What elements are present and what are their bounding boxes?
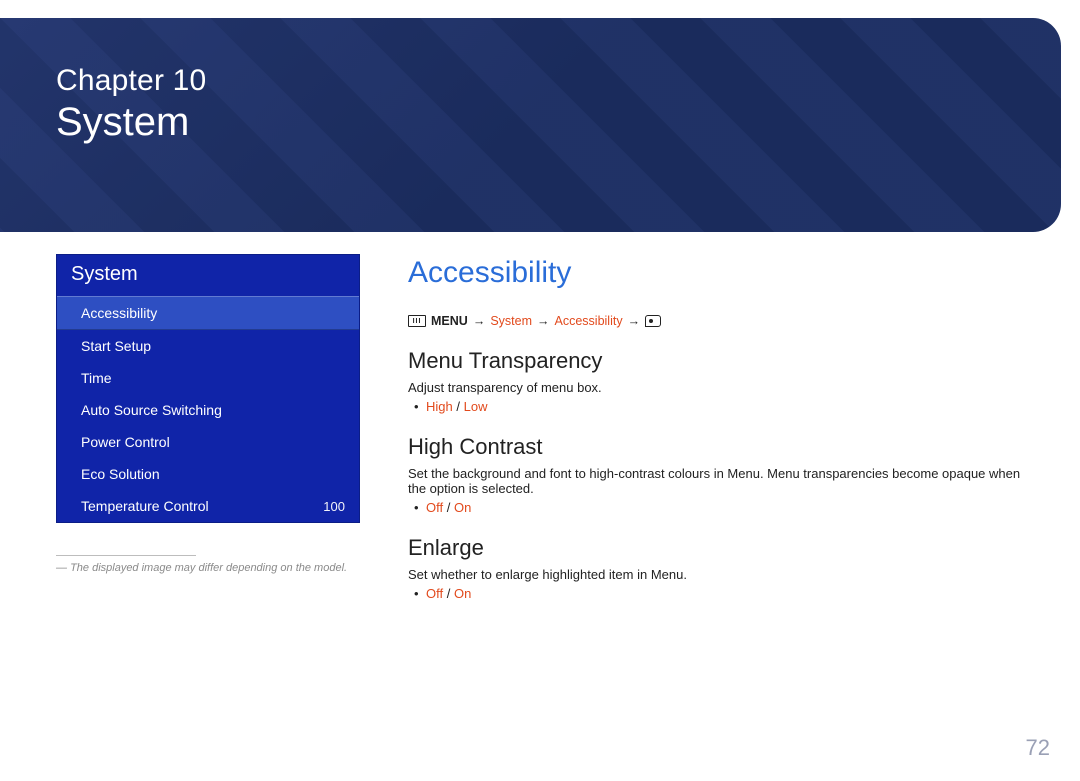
divider [56, 555, 196, 556]
option-low: Low [464, 399, 488, 414]
menu-item-power-control[interactable]: Power Control [57, 426, 359, 458]
menu-panel: System Accessibility Start Setup Time Au… [56, 254, 360, 523]
breadcrumb-accessibility: Accessibility [555, 314, 623, 328]
section-options: High / Low [408, 399, 1024, 414]
menu-item-label: Accessibility [81, 305, 157, 321]
chapter-title: System [56, 100, 1061, 145]
option-on: On [454, 500, 471, 515]
menu-item-accessibility[interactable]: Accessibility [57, 296, 359, 330]
section-heading: High Contrast [408, 434, 1024, 460]
menu-item-temperature-control[interactable]: Temperature Control 100 [57, 490, 359, 522]
section-options: Off / On [408, 586, 1024, 601]
breadcrumb: III MENU → System → Accessibility → [408, 314, 1024, 328]
option-on: On [454, 586, 471, 601]
menu-icon: III [408, 315, 426, 327]
menu-item-value: 100 [323, 499, 345, 514]
sidebar: System Accessibility Start Setup Time Au… [56, 254, 360, 621]
breadcrumb-system: System [490, 314, 532, 328]
menu-item-time[interactable]: Time [57, 362, 359, 394]
breadcrumb-menu-label: MENU [431, 314, 468, 328]
sidebar-note: ― The displayed image may differ dependi… [56, 562, 360, 574]
menu-item-label: Power Control [81, 434, 170, 450]
enter-icon [645, 315, 661, 327]
option-off: Off [426, 586, 443, 601]
arrow-icon: → [537, 314, 550, 328]
section-menu-transparency: Menu Transparency Adjust transparency of… [408, 348, 1024, 414]
menu-item-eco-solution[interactable]: Eco Solution [57, 458, 359, 490]
section-body: Set the background and font to high-cont… [408, 466, 1024, 496]
option-off: Off [426, 500, 443, 515]
chapter-number: Chapter 10 [56, 64, 1061, 98]
arrow-icon: → [628, 314, 641, 328]
page-title: Accessibility [408, 256, 1024, 290]
menu-panel-title: System [57, 255, 359, 296]
page-number: 72 [1026, 735, 1050, 761]
menu-item-auto-source-switching[interactable]: Auto Source Switching [57, 394, 359, 426]
section-body: Adjust transparency of menu box. [408, 380, 1024, 395]
option-high: High [426, 399, 453, 414]
menu-item-label: Temperature Control [81, 498, 209, 514]
menu-item-label: Time [81, 370, 112, 386]
section-enlarge: Enlarge Set whether to enlarge highlight… [408, 535, 1024, 601]
menu-item-label: Auto Source Switching [81, 402, 222, 418]
section-high-contrast: High Contrast Set the background and fon… [408, 434, 1024, 515]
content: Accessibility III MENU → System → Access… [408, 254, 1024, 621]
menu-item-label: Eco Solution [81, 466, 160, 482]
section-body: Set whether to enlarge highlighted item … [408, 567, 1024, 582]
arrow-icon: → [473, 314, 486, 328]
section-heading: Menu Transparency [408, 348, 1024, 374]
chapter-header: Chapter 10 System [0, 18, 1061, 232]
menu-item-start-setup[interactable]: Start Setup [57, 330, 359, 362]
menu-item-label: Start Setup [81, 338, 151, 354]
section-heading: Enlarge [408, 535, 1024, 561]
section-options: Off / On [408, 500, 1024, 515]
